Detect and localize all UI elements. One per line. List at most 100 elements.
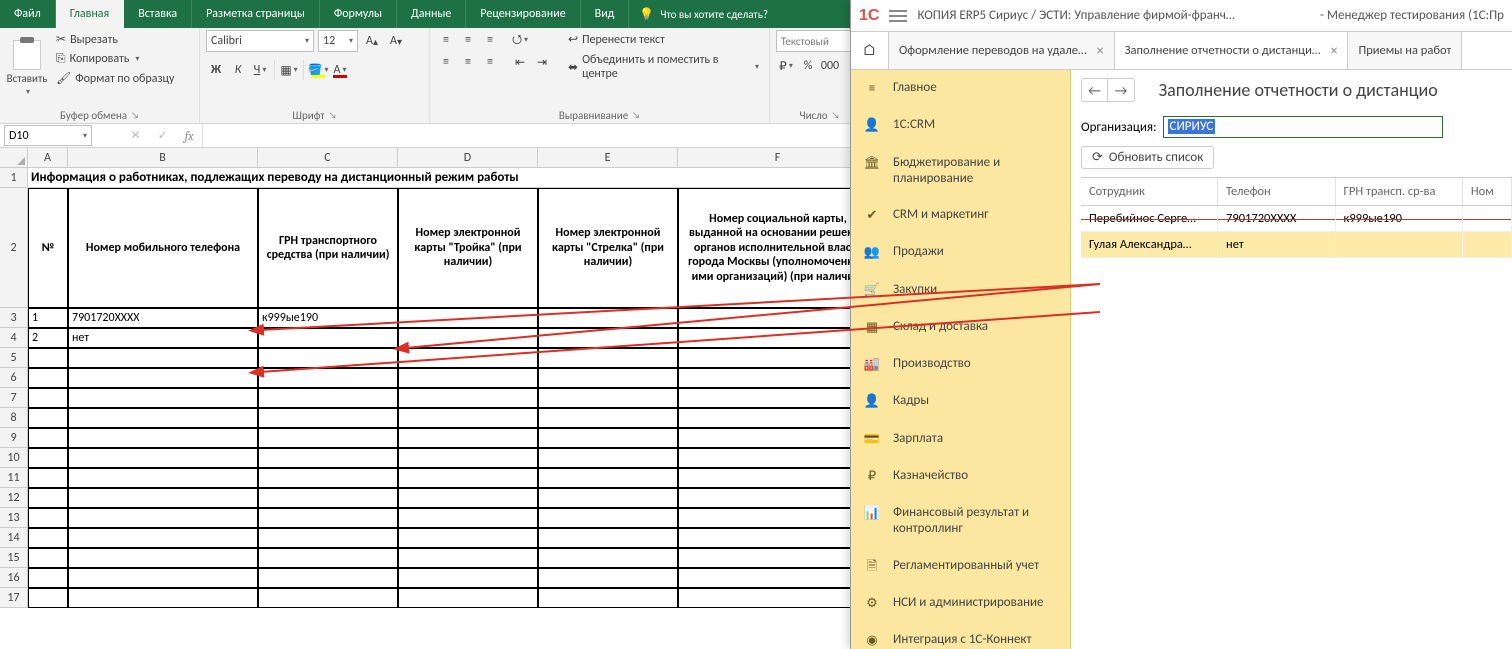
data-cell[interactable] [398, 308, 538, 328]
dialog-launcher-icon[interactable]: ↘ [329, 110, 337, 121]
empty-cell[interactable] [28, 548, 68, 568]
empty-cell[interactable] [28, 388, 68, 408]
sidebar-item[interactable]: 👤1C:CRM [851, 107, 1070, 144]
grid-row[interactable]: Гулая Александра…нет [1081, 232, 1512, 258]
row-header[interactable]: 12 [0, 488, 28, 508]
empty-cell[interactable] [258, 408, 398, 428]
sidebar-item[interactable]: ₽Казначейство [851, 458, 1070, 495]
dialog-launcher-icon[interactable]: ↘ [131, 110, 139, 121]
data-cell[interactable]: к999ые190 [258, 308, 398, 328]
data-cell[interactable]: 1 [28, 308, 68, 328]
empty-cell[interactable] [398, 468, 538, 488]
font-color-button[interactable]: А▾ [330, 60, 350, 80]
empty-cell[interactable] [678, 488, 878, 508]
format-painter-button[interactable]: 🖌Формат по образцу [52, 69, 178, 88]
sidebar-item[interactable]: 📊Финансовый результат и контроллинг [851, 495, 1070, 548]
close-icon[interactable]: × [1097, 42, 1104, 59]
title-cell[interactable]: Информация о работниках, подлежащих пере… [28, 168, 878, 188]
orientation-button[interactable]: ⭯▾ [510, 30, 530, 50]
col-phone[interactable]: Телефон [1218, 178, 1336, 205]
empty-cell[interactable] [258, 488, 398, 508]
empty-cell[interactable] [28, 528, 68, 548]
row-header[interactable]: 16 [0, 568, 28, 588]
row-header[interactable]: 7 [0, 388, 28, 408]
header-cell[interactable]: Номер социальной карты, выданной на осно… [678, 188, 878, 308]
empty-cell[interactable] [538, 428, 678, 448]
row-header[interactable]: 3 [0, 308, 28, 328]
back-button[interactable]: ← [1082, 79, 1108, 101]
empty-cell[interactable] [678, 568, 878, 588]
sidebar-item[interactable]: 🏭Производство [851, 346, 1070, 383]
sidebar-item[interactable]: ◉Интеграция с 1С-Коннект [851, 622, 1070, 649]
empty-cell[interactable] [538, 468, 678, 488]
empty-cell[interactable] [28, 468, 68, 488]
cancel-icon[interactable]: ✕ [131, 128, 141, 143]
row-header[interactable]: 1 [0, 168, 28, 188]
tab-home[interactable]: Главная [56, 0, 124, 28]
align-top-button[interactable]: ≡ [436, 30, 456, 50]
empty-cell[interactable] [398, 488, 538, 508]
empty-cell[interactable] [68, 368, 258, 388]
accounting-format-button[interactable]: ₽▾ [776, 56, 796, 76]
tab-view[interactable]: Вид [581, 0, 630, 28]
paste-button[interactable]: Вставить ▾ [6, 30, 48, 106]
tab-home[interactable]: ⌂ [851, 32, 889, 69]
tab-page-layout[interactable]: Разметка страницы [192, 0, 320, 28]
empty-cell[interactable] [678, 448, 878, 468]
empty-cell[interactable] [68, 488, 258, 508]
refresh-list-button[interactable]: ⟳ Обновить список [1081, 146, 1214, 169]
empty-cell[interactable] [538, 348, 678, 368]
tab-formulas[interactable]: Формулы [320, 0, 397, 28]
empty-cell[interactable] [678, 428, 878, 448]
empty-cell[interactable] [538, 368, 678, 388]
header-cell[interactable]: Номер электронной карты "Тройка" (при на… [398, 188, 538, 308]
burger-icon[interactable] [889, 10, 907, 22]
tab-data[interactable]: Данные [397, 0, 466, 28]
col-grn[interactable]: ГРН трансп. ср-ва [1336, 178, 1463, 205]
empty-cell[interactable] [68, 548, 258, 568]
header-cell[interactable]: № [28, 188, 68, 308]
empty-cell[interactable] [28, 568, 68, 588]
align-bottom-button[interactable]: ≡ [480, 30, 500, 50]
empty-cell[interactable] [258, 428, 398, 448]
empty-cell[interactable] [68, 348, 258, 368]
data-cell[interactable]: нет [68, 328, 258, 348]
empty-cell[interactable] [258, 528, 398, 548]
col-header[interactable]: D [398, 148, 538, 168]
empty-cell[interactable] [538, 508, 678, 528]
empty-cell[interactable] [68, 468, 258, 488]
copy-button[interactable]: ⎘Копировать▾ [52, 50, 178, 68]
increase-indent-button[interactable]: ⇥ [532, 52, 552, 72]
empty-cell[interactable] [68, 448, 258, 468]
header-cell[interactable]: Номер электронной карты "Стрелка" (при н… [538, 188, 678, 308]
empty-cell[interactable] [398, 388, 538, 408]
enter-icon[interactable]: ✓ [158, 128, 168, 143]
empty-cell[interactable] [258, 508, 398, 528]
italic-button[interactable]: К [228, 60, 248, 80]
row-header[interactable]: 14 [0, 528, 28, 548]
row-header[interactable]: 8 [0, 408, 28, 428]
sidebar-item[interactable]: 🗎Регламентированный учет [851, 548, 1070, 585]
empty-cell[interactable] [538, 528, 678, 548]
empty-cell[interactable] [538, 568, 678, 588]
onec-tab[interactable]: Заполнение отчетности о дистанци…× [1115, 32, 1349, 69]
data-cell[interactable] [258, 328, 398, 348]
select-all-corner[interactable] [0, 148, 28, 168]
empty-cell[interactable] [68, 508, 258, 528]
empty-cell[interactable] [28, 408, 68, 428]
empty-cell[interactable] [398, 408, 538, 428]
empty-cell[interactable] [678, 548, 878, 568]
empty-cell[interactable] [398, 448, 538, 468]
empty-cell[interactable] [258, 568, 398, 588]
borders-button[interactable]: ▦▾ [279, 60, 299, 80]
sidebar-item[interactable]: ≡Главное [851, 70, 1070, 107]
tab-review[interactable]: Рецензирование [466, 0, 580, 28]
col-employee[interactable]: Сотрудник [1081, 178, 1218, 205]
empty-cell[interactable] [258, 468, 398, 488]
data-cell[interactable]: 2 [28, 328, 68, 348]
decrease-font-button[interactable]: A▾ [386, 31, 406, 51]
empty-cell[interactable] [28, 448, 68, 468]
empty-cell[interactable] [68, 568, 258, 588]
empty-cell[interactable] [398, 568, 538, 588]
tab-insert[interactable]: Вставка [124, 0, 192, 28]
